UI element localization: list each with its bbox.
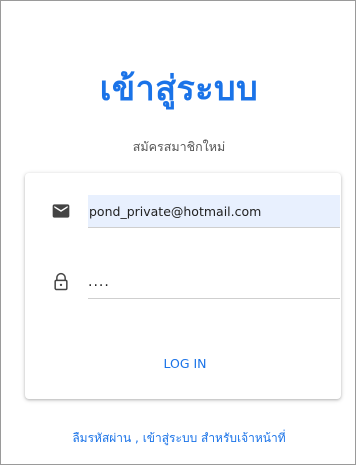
forgot-password-staff-login-links[interactable]: ลืมรหัสผ่าน , เข้าสู่ระบบ สำหรับเจ้าหน้า… (1, 429, 356, 448)
password-row (25, 266, 341, 300)
login-card: LOG IN (25, 173, 341, 399)
email-field[interactable] (88, 195, 340, 228)
register-link[interactable]: สมัครสมาชิกใหม่ (1, 137, 356, 157)
password-field[interactable] (88, 266, 340, 299)
login-button[interactable]: LOG IN (145, 349, 225, 377)
email-icon (52, 204, 70, 218)
login-page: เข้าสู่ระบบ สมัครสมาชิกใหม่ LOG IN ลืมรห… (0, 0, 356, 465)
lock-icon (54, 272, 68, 291)
email-row (25, 195, 341, 229)
page-title: เข้าสู่ระบบ (99, 69, 259, 109)
